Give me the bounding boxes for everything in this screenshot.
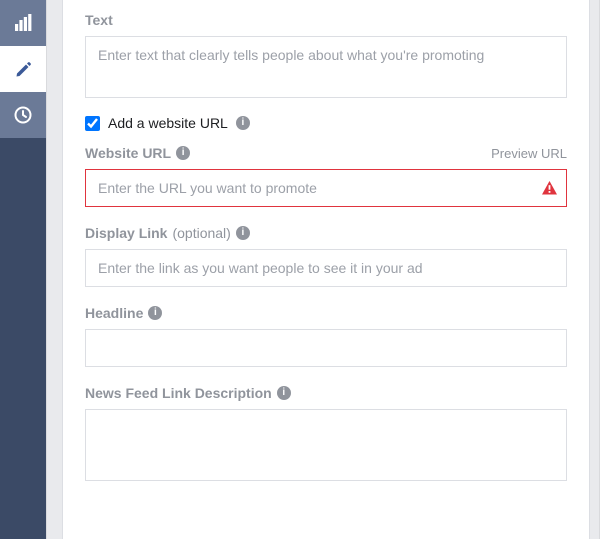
left-gutter bbox=[46, 0, 62, 539]
sidebar-spacer bbox=[0, 138, 46, 539]
add-url-row: Add a website URL i bbox=[85, 115, 567, 131]
info-icon: i bbox=[236, 226, 250, 240]
headline-input[interactable] bbox=[85, 329, 567, 367]
website-url-label: Website URL i bbox=[85, 145, 190, 161]
right-gutter bbox=[590, 0, 600, 539]
news-feed-desc-input[interactable] bbox=[85, 409, 567, 481]
sidebar-item-history[interactable] bbox=[0, 92, 46, 138]
news-feed-desc-label: News Feed Link Description i bbox=[85, 385, 567, 401]
website-url-label-text: Website URL bbox=[85, 145, 171, 161]
form-panel: Text Add a website URL i Website URL i P… bbox=[62, 0, 590, 539]
sidebar-item-edit[interactable] bbox=[0, 46, 46, 92]
pencil-icon bbox=[15, 61, 32, 78]
website-url-input[interactable] bbox=[85, 169, 567, 207]
news-feed-desc-label-text: News Feed Link Description bbox=[85, 385, 272, 401]
bar-chart-icon bbox=[14, 14, 32, 32]
field-headline: Headline i bbox=[85, 305, 567, 367]
field-text: Text bbox=[85, 12, 567, 101]
clock-icon bbox=[14, 106, 32, 124]
field-display-link: Display Link (optional) i bbox=[85, 225, 567, 287]
display-link-label: Display Link (optional) i bbox=[85, 225, 567, 241]
display-link-optional: (optional) bbox=[172, 225, 230, 241]
display-link-label-text: Display Link bbox=[85, 225, 167, 241]
field-website-url: Website URL i Preview URL bbox=[85, 145, 567, 207]
text-label: Text bbox=[85, 12, 567, 28]
headline-label-text: Headline bbox=[85, 305, 143, 321]
info-icon: i bbox=[277, 386, 291, 400]
sidebar bbox=[0, 0, 46, 539]
display-link-input[interactable] bbox=[85, 249, 567, 287]
info-icon: i bbox=[236, 116, 250, 130]
text-label-text: Text bbox=[85, 12, 113, 28]
sidebar-item-performance[interactable] bbox=[0, 0, 46, 46]
info-icon: i bbox=[176, 146, 190, 160]
field-news-feed-desc: News Feed Link Description i bbox=[85, 385, 567, 484]
add-url-label: Add a website URL bbox=[108, 115, 228, 131]
add-url-checkbox[interactable] bbox=[85, 116, 100, 131]
text-input[interactable] bbox=[85, 36, 567, 98]
info-icon: i bbox=[148, 306, 162, 320]
headline-label: Headline i bbox=[85, 305, 567, 321]
preview-url-link[interactable]: Preview URL bbox=[491, 146, 567, 161]
